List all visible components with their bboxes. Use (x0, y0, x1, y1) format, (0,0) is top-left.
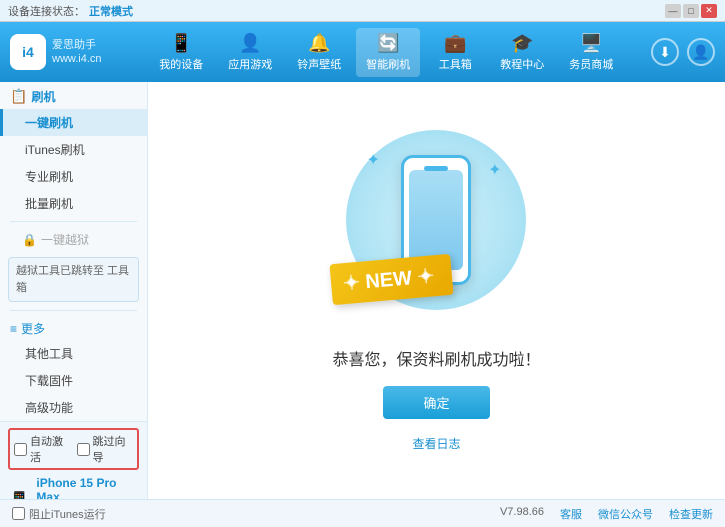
phone-notch (424, 166, 448, 171)
nav-toolbox[interactable]: 💼 工具箱 (425, 28, 485, 77)
smart-flash-nav-icon: 🔄 (377, 33, 399, 54)
toolbox-nav-icon: 💼 (444, 33, 466, 54)
app-logo: i4 爱思助手 www.i4.cn (10, 34, 102, 70)
footer-wechat[interactable]: 微信公众号 (598, 506, 653, 522)
confirm-button[interactable]: 确定 (383, 386, 489, 419)
skip-guide-input[interactable] (77, 443, 90, 456)
sidebar-item-download-firmware[interactable]: 下载固件 (0, 367, 147, 394)
main-content: ✦ ✦ ✦ ✦ NEW ✦ 恭喜您，保资料刷机成功啦！ 确定 (148, 82, 725, 499)
sidebar-item-other-tools[interactable]: 其他工具 (0, 340, 147, 367)
sidebar-item-one-click-flash[interactable]: 一键刷机 (0, 109, 147, 136)
sidebar-item-itunes-flash[interactable]: iTunes刷机 (0, 136, 147, 163)
ringtone-nav-icon: 🔔 (308, 33, 330, 54)
skip-guide-checkbox[interactable]: 跳过向导 (77, 433, 134, 465)
main-layout: 📋 刷机 一键刷机 iTunes刷机 专业刷机 批量刷机 🔒 一键越狱 越狱工具… (0, 82, 725, 499)
device-details: iPhone 15 Pro Max 512GB iPhone (36, 476, 139, 499)
device-name: iPhone 15 Pro Max (36, 476, 139, 499)
app-footer: 阻止iTunes运行 V7.98.66 客服 微信公众号 检查更新 (0, 499, 725, 527)
skip-guide-label: 跳过向导 (93, 433, 134, 465)
sidebar-item-advanced[interactable]: 高级功能 (0, 394, 147, 421)
flash-section-header: 📋 刷机 (0, 82, 147, 109)
footer-right: V7.98.66 客服 微信公众号 检查更新 (500, 506, 713, 522)
header-right-controls: ⬇ 👤 (651, 38, 715, 66)
device-nav-icon: 📱 (170, 33, 192, 54)
more-section-label: 更多 (21, 320, 45, 337)
footer-customer-service[interactable]: 客服 (560, 506, 582, 522)
minimize-button[interactable]: — (665, 4, 681, 18)
lock-icon: 🔒 (22, 233, 37, 247)
window-controls: — □ ✕ (665, 4, 717, 18)
nav-service[interactable]: 🖥️ 务员商城 (559, 28, 623, 77)
nav-my-device[interactable]: 📱 我的设备 (149, 28, 213, 77)
maximize-button[interactable]: □ (683, 4, 699, 18)
apps-nav-icon: 👤 (239, 33, 261, 54)
sidebar-item-batch-flash[interactable]: 批量刷机 (0, 190, 147, 217)
nav-smart-flash[interactable]: 🔄 智能刷机 (356, 28, 420, 77)
sidebar-divider-2 (10, 310, 137, 311)
new-star-left: ✦ (343, 271, 362, 294)
view-log-link[interactable]: 查看日志 (412, 435, 460, 452)
service-nav-icon: 🖥️ (580, 33, 602, 54)
nav-ringtone-label: 铃声壁纸 (297, 56, 341, 72)
device-phone-icon: 📱 (8, 491, 30, 500)
logo-text: 爱思助手 www.i4.cn (52, 38, 102, 67)
footer-left: 阻止iTunes运行 (12, 506, 106, 522)
nav-bar: 📱 我的设备 👤 应用游戏 🔔 铃声壁纸 🔄 智能刷机 💼 工具箱 🎓 教程中心… (122, 28, 651, 77)
itunes-block-checkbox[interactable] (12, 507, 25, 520)
auto-activate-label: 自动激活 (30, 433, 71, 465)
version-label: V7.98.66 (500, 506, 544, 522)
app-header: i4 爱思助手 www.i4.cn 📱 我的设备 👤 应用游戏 🔔 铃声壁纸 🔄… (0, 22, 725, 82)
window-chrome: 设备连接状态： 正常模式 — □ ✕ (0, 0, 725, 22)
sidebar-item-pro-flash[interactable]: 专业刷机 (0, 163, 147, 190)
download-button[interactable]: ⬇ (651, 38, 679, 66)
sidebar-divider-1 (10, 221, 137, 222)
device-section: 自动激活 跳过向导 📱 iPhone 15 Pro Max 512GB iPho… (0, 421, 147, 499)
itunes-block-label: 阻止iTunes运行 (29, 506, 106, 522)
sidebar-item-jailbreak-disabled: 🔒 一键越狱 (0, 226, 147, 253)
sidebar-notice: 越狱工具已跳转至 工具箱 (8, 257, 139, 302)
logo-icon: i4 (10, 34, 46, 70)
phone-illustration: ✦ ✦ ✦ ✦ NEW ✦ (346, 130, 526, 330)
nav-tutorial-label: 教程中心 (500, 56, 544, 72)
nav-ringtone[interactable]: 🔔 铃声壁纸 (287, 28, 351, 77)
tutorial-nav-icon: 🎓 (511, 33, 533, 54)
success-message: 恭喜您，保资料刷机成功啦！ (332, 346, 540, 370)
connection-status: 设备连接状态： 正常模式 (8, 3, 133, 19)
footer-check-update[interactable]: 检查更新 (669, 506, 713, 522)
close-button[interactable]: ✕ (701, 4, 717, 18)
flash-section-label: 刷机 (31, 88, 55, 105)
status-value: 正常模式 (89, 3, 133, 19)
sidebar: 📋 刷机 一键刷机 iTunes刷机 专业刷机 批量刷机 🔒 一键越狱 越狱工具… (0, 82, 148, 499)
device-info: 📱 iPhone 15 Pro Max 512GB iPhone (8, 474, 139, 499)
nav-tutorial[interactable]: 🎓 教程中心 (490, 28, 554, 77)
sparkle-icon-2: ✦ (488, 160, 501, 180)
nav-smart-flash-label: 智能刷机 (366, 56, 410, 72)
nav-apps-games[interactable]: 👤 应用游戏 (218, 28, 282, 77)
new-star-right: ✦ (417, 265, 436, 288)
auto-activate-input[interactable] (14, 443, 27, 456)
device-checkboxes: 自动激活 跳过向导 (8, 428, 139, 470)
nav-apps-games-label: 应用游戏 (228, 56, 272, 72)
sparkle-icon-1: ✦ (366, 150, 379, 170)
user-button[interactable]: 👤 (687, 38, 715, 66)
success-card: ✦ ✦ ✦ ✦ NEW ✦ 恭喜您，保资料刷机成功啦！ 确定 (332, 130, 540, 452)
flash-section-icon: 📋 (10, 88, 27, 105)
auto-activate-checkbox[interactable]: 自动激活 (14, 433, 71, 465)
more-section-icon: ≡ (10, 322, 17, 336)
status-label: 设备连接状态： (8, 3, 85, 19)
nav-toolbox-label: 工具箱 (439, 56, 472, 72)
more-section-header: ≡ 更多 (0, 315, 147, 340)
nav-my-device-label: 我的设备 (159, 56, 203, 72)
nav-service-label: 务员商城 (569, 56, 613, 72)
